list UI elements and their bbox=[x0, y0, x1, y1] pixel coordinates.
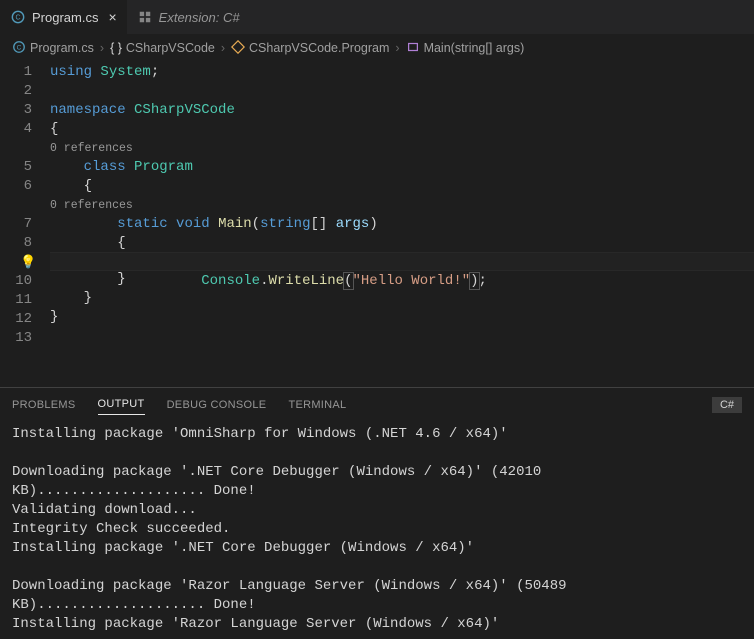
csharp-file-icon: C bbox=[12, 40, 26, 57]
tab-output[interactable]: OUTPUT bbox=[98, 394, 145, 415]
code-content[interactable]: using System; namespace CSharpVSCode { 0… bbox=[50, 61, 754, 387]
tab-problems[interactable]: PROBLEMS bbox=[12, 395, 76, 415]
breadcrumb-namespace[interactable]: { } CSharpVSCode bbox=[110, 41, 215, 55]
chevron-right-icon: › bbox=[100, 41, 104, 55]
svg-text:C: C bbox=[17, 44, 22, 51]
codelens-class[interactable]: 0 references bbox=[50, 139, 754, 158]
tab-label: Extension: C# bbox=[159, 10, 240, 25]
breadcrumb-method[interactable]: Main(string[] args) bbox=[406, 40, 525, 57]
breadcrumb: C Program.cs › { } CSharpVSCode › CSharp… bbox=[0, 35, 754, 61]
output-channel-select[interactable]: C# bbox=[712, 397, 742, 413]
method-icon bbox=[406, 40, 420, 57]
extension-icon bbox=[137, 9, 153, 25]
class-icon bbox=[231, 40, 245, 57]
line-number-gutter: 1 2 3 4 5 6 7 8 9 10 11 12 13 bbox=[0, 61, 50, 387]
tab-terminal[interactable]: TERMINAL bbox=[288, 395, 346, 415]
output-content[interactable]: Installing package 'OmniSharp for Window… bbox=[0, 421, 754, 639]
bottom-panel: PROBLEMS OUTPUT DEBUG CONSOLE TERMINAL C… bbox=[0, 387, 754, 639]
tab-label: Program.cs bbox=[32, 10, 98, 25]
breadcrumb-file[interactable]: C Program.cs bbox=[12, 40, 94, 57]
svg-text:C: C bbox=[15, 15, 20, 22]
codelens-method[interactable]: 0 references bbox=[50, 196, 754, 215]
chevron-right-icon: › bbox=[221, 41, 225, 55]
lightbulb-icon[interactable]: 💡 bbox=[20, 253, 36, 272]
chevron-right-icon: › bbox=[395, 41, 399, 55]
editor-tabs: C Program.cs × Extension: C# bbox=[0, 0, 754, 35]
breadcrumb-class[interactable]: CSharpVSCode.Program bbox=[231, 40, 389, 57]
tab-extension-csharp[interactable]: Extension: C# bbox=[127, 0, 250, 34]
tab-program-cs[interactable]: C Program.cs × bbox=[0, 0, 127, 34]
namespace-icon: { } bbox=[110, 41, 122, 55]
tab-debug-console[interactable]: DEBUG CONSOLE bbox=[167, 395, 267, 415]
panel-tabs: PROBLEMS OUTPUT DEBUG CONSOLE TERMINAL C… bbox=[0, 388, 754, 421]
csharp-file-icon: C bbox=[10, 9, 26, 25]
close-icon[interactable]: × bbox=[108, 9, 116, 25]
code-editor[interactable]: 1 2 3 4 5 6 7 8 9 10 11 12 13 using Syst… bbox=[0, 61, 754, 387]
